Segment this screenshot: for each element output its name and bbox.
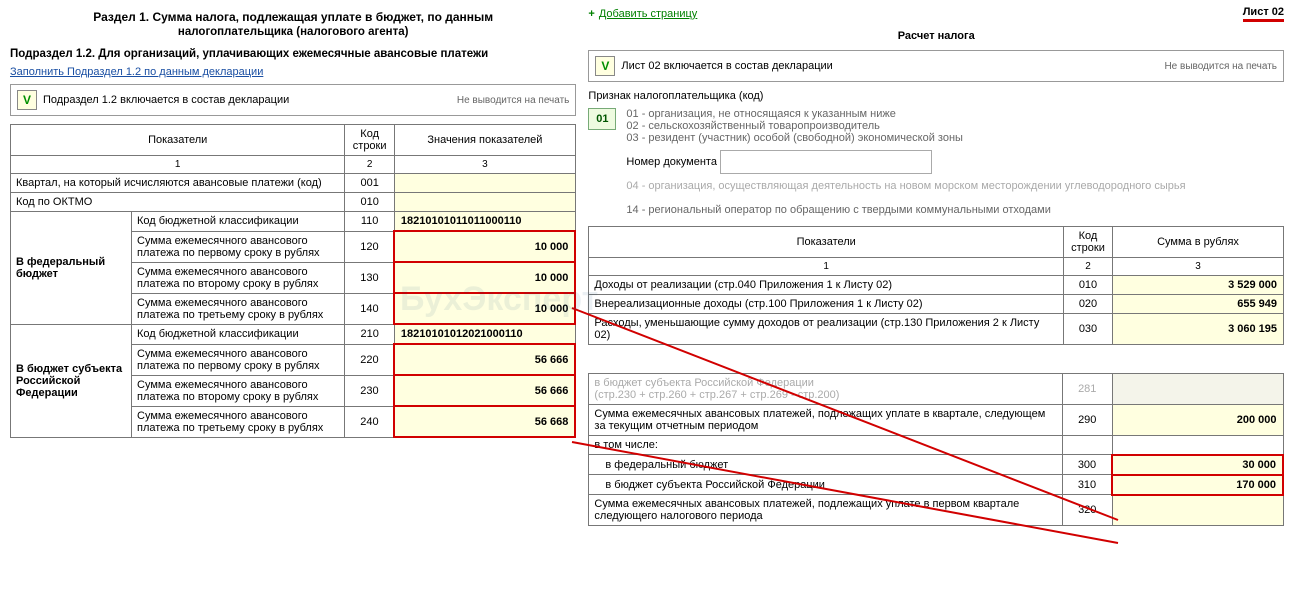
federal-budget-label: В федеральный бюджет [11, 212, 132, 325]
section-title-line1: Раздел 1. Сумма налога, подлежащая уплат… [10, 10, 576, 24]
th-code-r: Код строки [1064, 227, 1113, 258]
sign-opt-02: 02 - сельскохозяйственный товаропроизвод… [626, 120, 1284, 132]
docnum-input[interactable] [720, 150, 932, 174]
row-020-value[interactable]: 655 949 [1113, 295, 1284, 314]
reg-kbk[interactable]: 18210101012021000110 [394, 324, 575, 344]
regional-budget-label: В бюджет субъекта Российской Федерации [11, 324, 132, 437]
th-code: Код строки [345, 125, 395, 156]
th-indicators-r: Показатели [589, 227, 1064, 258]
sign-opt-04: 04 - организация, осуществляющая деятель… [626, 180, 1284, 192]
include-checkbox[interactable]: V [17, 90, 37, 110]
row-030-value[interactable]: 3 060 195 [1113, 314, 1284, 345]
sign-opt-01: 01 - организация, не относящаяся к указа… [626, 108, 1284, 120]
include-toggle-row: V Подраздел 1.2 включается в состав декл… [10, 84, 576, 116]
oktmo-value[interactable] [394, 193, 575, 212]
include-label-right: Лист 02 включается в состав декларации [621, 60, 832, 72]
th-indicators: Показатели [11, 125, 345, 156]
fill-subsection-link[interactable]: Заполнить Подраздел 1.2 по данным деклар… [10, 66, 263, 78]
reg-pay-1[interactable]: 56 666 [394, 344, 575, 375]
include-checkbox-right[interactable]: V [595, 56, 615, 76]
fed-kbk[interactable]: 18210101011011000110 [394, 212, 575, 232]
row-010-value[interactable]: 3 529 000 [1113, 276, 1284, 295]
reg-pay-2[interactable]: 56 666 [394, 375, 575, 406]
calc-title: Расчет налога [588, 30, 1284, 42]
taxpayer-sign-label: Признак налогоплательщика (код) [588, 90, 1284, 102]
subsection-table: Показатели Код строки Значения показател… [10, 124, 576, 438]
section-title-line2: налогоплательщика (налогового агента) [10, 26, 576, 38]
fed-pay-3[interactable]: 10 000 [394, 293, 575, 324]
taxpayer-code-input[interactable]: 01 [588, 108, 616, 130]
reg-pay-3[interactable]: 56 668 [394, 406, 575, 437]
row-310-value[interactable]: 170 000 [1112, 475, 1283, 495]
sign-opt-03: 03 - резидент (участник) особой (свободн… [626, 132, 1284, 144]
no-print-label: Не выводится на печать [457, 95, 570, 106]
no-print-label-right: Не выводится на печать [1164, 61, 1277, 72]
add-page-link[interactable]: +Добавить страницу [588, 8, 697, 20]
quarter-value[interactable] [394, 174, 575, 193]
sign-opt-14: 14 - региональный оператор по обращению … [626, 204, 1284, 216]
row-320-value[interactable] [1112, 495, 1283, 526]
oktmo-label: Код по ОКТМО [11, 193, 345, 212]
sheet-number: Лист 02 [1243, 6, 1284, 22]
row-290-value[interactable]: 200 000 [1112, 405, 1283, 436]
fed-pay-2[interactable]: 10 000 [394, 262, 575, 293]
th-sum-r: Сумма в рублях [1113, 227, 1284, 258]
include-toggle-row-right: V Лист 02 включается в состав декларации… [588, 50, 1284, 82]
sheet02-table-top: Показатели Код строки Сумма в рублях 1 2… [588, 226, 1284, 345]
quarter-label: Квартал, на который исчисляются авансовы… [11, 174, 345, 193]
include-label: Подраздел 1.2 включается в состав деклар… [43, 94, 289, 106]
docnum-label: Номер документа [626, 156, 717, 168]
sheet02-table-bottom: в бюджет субъекта Российской Федерации (… [588, 373, 1284, 526]
fed-pay-1[interactable]: 10 000 [394, 231, 575, 262]
subsection-title: Подраздел 1.2. Для организаций, уплачива… [10, 48, 576, 60]
row-300-value[interactable]: 30 000 [1112, 455, 1283, 475]
th-values: Значения показателей [394, 125, 575, 156]
